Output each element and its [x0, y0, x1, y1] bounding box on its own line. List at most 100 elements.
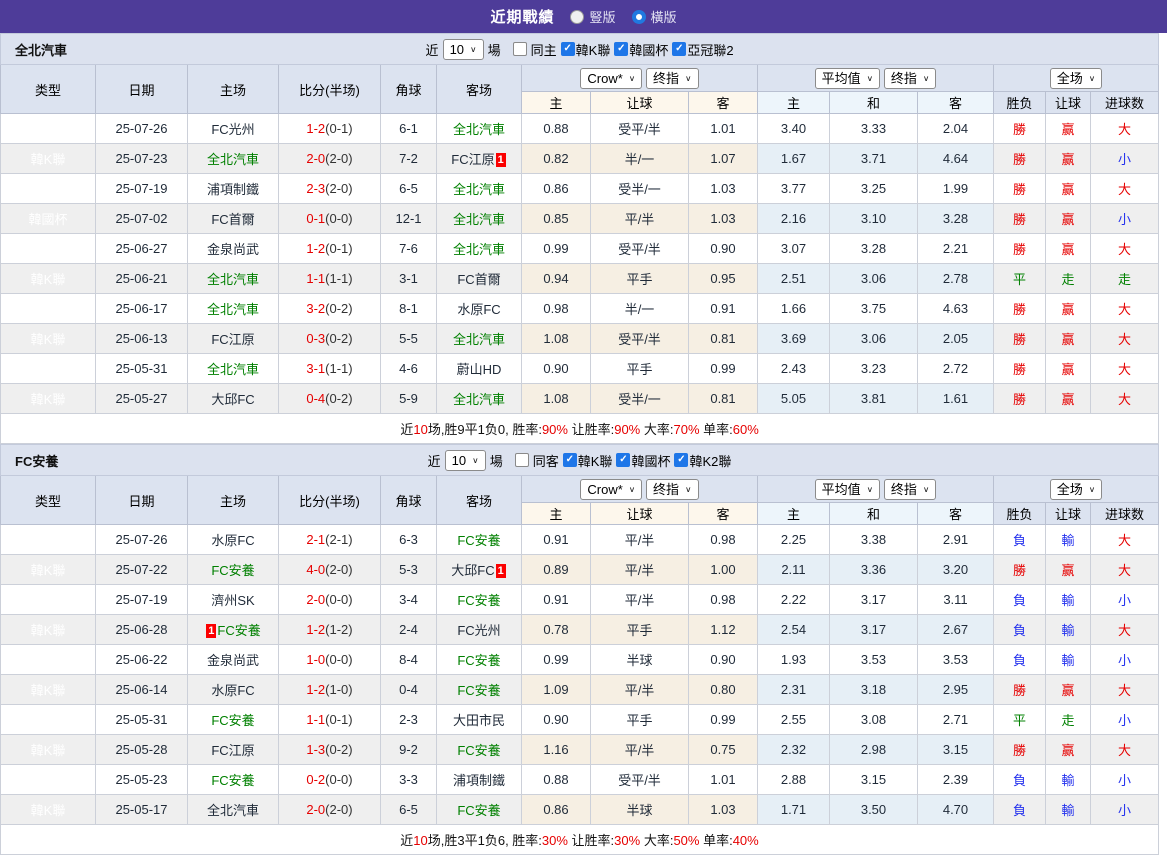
match-date-cell: 25-06-28 — [95, 614, 188, 645]
match-date-cell: 25-05-31 — [95, 353, 188, 384]
league-filter-2[interactable]: ✓ 亞冠聯2 — [672, 40, 734, 59]
score-cell: 2-0(2-0) — [278, 794, 381, 825]
team-name: FC安養 — [15, 453, 59, 469]
ah-away-odds-cell: 1.07 — [688, 143, 758, 174]
checkbox-checked-icon[interactable]: ✓ — [616, 453, 631, 467]
result-handicap-cell: 走 — [1045, 263, 1091, 294]
handicap-stage-value: 终指 — [653, 481, 680, 497]
league-type-cell: 韓K聯 — [0, 554, 96, 585]
same-venue-checkbox[interactable] — [514, 453, 529, 467]
scope-select[interactable]: 全场 ∨ — [1049, 478, 1103, 500]
ah-home-odds-cell: 0.85 — [521, 203, 591, 234]
team-label: 濟州SK — [211, 593, 255, 608]
corner-cell: 7-6 — [380, 233, 437, 264]
games-label: 場 — [487, 42, 501, 58]
result-handicap-cell: 赢 — [1045, 383, 1091, 414]
ah-away-odds-cell: 0.98 — [688, 584, 758, 615]
ah-home-odds-cell: 0.86 — [521, 173, 591, 204]
handicap-stage-select[interactable]: 终指 ∨ — [646, 478, 699, 500]
radio-selected-icon[interactable] — [631, 9, 646, 24]
same-venue-checkbox[interactable] — [512, 42, 527, 56]
team-label: 金泉尚武 — [206, 242, 259, 257]
layout-horizontal-option[interactable]: 橫版 — [631, 7, 677, 26]
match-row: 韓K聯 25-06-22 金泉尚武 1-0(0-0) 8-4 FC安養 0.99 半球 0.90… — [0, 644, 1160, 675]
league-type-cell: 韓K聯 — [0, 764, 96, 795]
halftime-score: (0-0) — [325, 772, 353, 787]
eu-away-odds-cell: 2.67 — [917, 614, 994, 645]
league-filter-2[interactable]: ✓ 韓K2聯 — [674, 451, 731, 470]
eu-away-odds-cell: 3.20 — [917, 554, 994, 585]
recent-count-select[interactable]: 10 ∨ — [444, 449, 486, 471]
check-icon: ✓ — [617, 43, 626, 54]
layout-vertical-option[interactable]: 豎版 — [570, 7, 616, 26]
handicap-line-cell: 受平/半 — [590, 323, 689, 354]
ah-home-odds-cell: 1.08 — [521, 383, 591, 414]
fulltime-score: 1-2 — [306, 121, 326, 136]
subcol-ah-line: 让球 — [590, 502, 689, 525]
fulltime-score: 3-2 — [306, 301, 326, 316]
subcol-eu-home: 主 — [757, 502, 830, 525]
result-handicap-cell: 輸 — [1045, 794, 1091, 825]
score-cell: 1-2(1-0) — [278, 674, 381, 705]
checkbox-checked-icon[interactable]: ✓ — [614, 42, 629, 56]
result-outcome-cell: 勝 — [993, 233, 1046, 264]
ah-home-odds-cell: 0.90 — [521, 704, 591, 735]
checkbox-checked-icon[interactable]: ✓ — [674, 453, 689, 467]
home-team-cell: 1 FC安養 — [187, 614, 279, 645]
league-filter-1[interactable]: ✓ 韓國杯 — [616, 451, 670, 470]
team-label: 全北汽車 — [206, 803, 259, 818]
summary-stat-value: 10 — [413, 422, 428, 437]
corner-cell: 5-3 — [380, 554, 437, 585]
checkbox-checked-icon[interactable]: ✓ — [562, 453, 577, 467]
league-filter-0[interactable]: ✓ 韓K聯 — [560, 40, 610, 59]
eu-draw-odds-cell: 3.36 — [829, 554, 918, 585]
eu-home-odds-cell: 2.11 — [757, 554, 830, 585]
summary-row: 近10场,胜3平1负6, 胜率:30% 让胜率:30% 大率:50% 单率:40… — [0, 824, 1160, 855]
bookmaker-select[interactable]: Crow* ∨ — [580, 478, 643, 500]
result-goals-cell: 大 — [1089, 734, 1160, 765]
eu-home-odds-cell: 5.05 — [757, 383, 830, 414]
summary-stat-value: 90% — [541, 422, 568, 437]
team-label: FC安養 — [457, 533, 501, 548]
checkbox-checked-icon[interactable]: ✓ — [672, 42, 687, 56]
eu-away-odds-cell: 2.05 — [917, 323, 994, 354]
recent-count-select[interactable]: 10 ∨ — [442, 38, 484, 60]
checkbox-checked-icon[interactable]: ✓ — [560, 42, 575, 56]
ah-home-odds-cell: 0.86 — [521, 794, 591, 825]
score-cell: 0-3(0-2) — [278, 323, 381, 354]
radio-unselected-icon[interactable] — [570, 9, 585, 24]
eu-away-odds-cell: 2.78 — [917, 263, 994, 294]
euro-stage-select[interactable]: 终指 ∨ — [883, 478, 937, 500]
score-cell: 0-4(0-2) — [278, 383, 381, 414]
halftime-score: (1-1) — [325, 271, 353, 286]
euro-source-select[interactable]: 平均值 ∨ — [814, 478, 881, 500]
away-team-cell: 水原FC — [436, 293, 522, 324]
league-type-cell: 韓K聯 — [0, 173, 96, 204]
result-goals-cell: 大 — [1089, 293, 1160, 324]
match-date-cell: 25-07-02 — [95, 203, 188, 234]
scope-select[interactable]: 全场 ∨ — [1049, 67, 1103, 89]
match-row: 韓K聯 25-07-23 全北汽車 2-0(2-0) 7-2 FC江原 1 0.82 半/一 1.… — [0, 143, 1160, 174]
euro-stage-select[interactable]: 终指 ∨ — [883, 67, 937, 89]
league-type-cell: 韓K聯 — [0, 233, 96, 264]
halftime-score: (0-1) — [325, 712, 353, 727]
result-goals-cell: 小 — [1089, 764, 1160, 795]
handicap-stage-select[interactable]: 终指 ∨ — [646, 67, 699, 89]
eu-draw-odds-cell: 3.18 — [829, 674, 918, 705]
home-team-cell: 金泉尚武 — [187, 233, 279, 264]
handicap-group-header: Crow* ∨ 终指 ∨ — [521, 64, 758, 92]
corner-cell: 8-1 — [380, 293, 437, 324]
match-row: 韓K聯 25-06-17 全北汽車 3-2(0-2) 8-1 水原FC 0.98 半/一 0.9… — [0, 293, 1160, 324]
euro-source-select[interactable]: 平均值 ∨ — [814, 67, 881, 89]
col-header-home: 主场 — [187, 64, 279, 114]
check-icon: ✓ — [675, 43, 684, 54]
home-team-cell: FC江原 — [187, 323, 279, 354]
team-label: 金泉尚武 — [206, 653, 259, 668]
col-header-score: 比分(半场) — [278, 64, 381, 114]
league-filter-1[interactable]: ✓ 韓國杯 — [614, 40, 668, 59]
eu-away-odds-cell: 3.15 — [917, 734, 994, 765]
team-label: FC江原 — [211, 743, 255, 758]
bookmaker-select[interactable]: Crow* ∨ — [580, 67, 643, 89]
result-handicap-cell: 輸 — [1045, 524, 1091, 555]
league-filter-0[interactable]: ✓ 韓K聯 — [562, 451, 612, 470]
